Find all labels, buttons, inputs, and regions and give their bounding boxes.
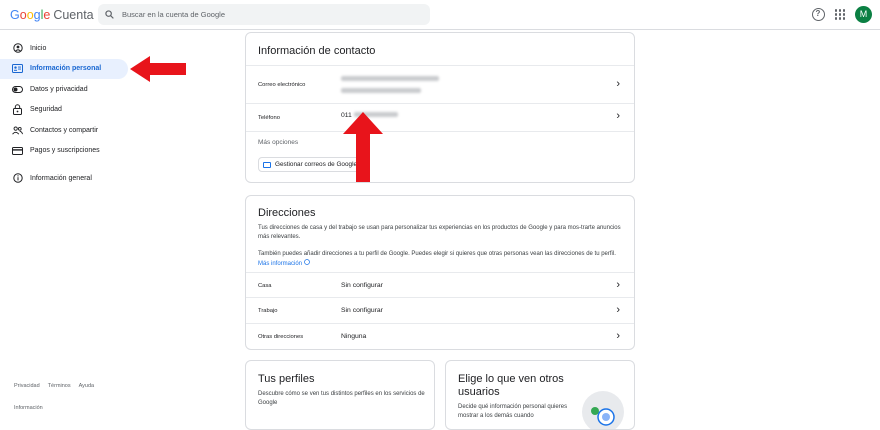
top-bar: GoogleCuenta ? M — [0, 0, 880, 30]
sidebar-item-label: Contactos y compartir — [30, 126, 99, 134]
phone-label: Teléfono — [258, 115, 280, 121]
sidebar-item-inicio[interactable]: Inicio — [0, 38, 130, 59]
address-row-other[interactable]: Otras direcciones Ninguna › — [246, 324, 634, 350]
address-row-home[interactable]: Casa Sin configurar › — [246, 272, 634, 298]
help-link[interactable]: Ayuda — [79, 383, 95, 389]
id-card-icon — [12, 63, 23, 74]
chevron-right-icon: › — [616, 279, 620, 291]
more-options-label: Más opciones — [258, 139, 299, 146]
address-label: Otras direcciones — [258, 334, 304, 340]
red-arrow-left-icon — [130, 56, 186, 82]
addresses-description: Tus direcciones de casa y del trabajo se… — [258, 225, 621, 240]
help-circle-icon[interactable] — [303, 258, 310, 265]
search-icon — [105, 10, 114, 19]
sidebar-item-label: Seguridad — [30, 106, 62, 114]
addresses-card: Direcciones Tus direcciones de casa y de… — [245, 195, 635, 350]
people-icon — [12, 125, 23, 136]
chevron-right-icon: › — [616, 330, 620, 342]
sidebar-item-label: Pagos y suscripciones — [30, 147, 100, 155]
sidebar-item-label: Datos y privacidad — [30, 85, 88, 93]
visibility-title: Elige lo que ven otros usuarios — [458, 373, 564, 398]
google-logo-word: Google — [10, 8, 51, 22]
avatar[interactable]: M — [855, 6, 872, 23]
people-illustration-icon — [582, 391, 624, 429]
email-value-redacted — [341, 76, 439, 83]
profiles-title: Tus perfiles — [258, 373, 315, 385]
profiles-description: Descubre cómo se ven tus distintos perfi… — [258, 391, 425, 406]
chevron-right-icon: › — [616, 304, 620, 316]
chevron-right-icon: › — [616, 110, 620, 122]
sidebar-item-label: Información personal — [30, 65, 102, 73]
address-value: Ninguna — [341, 333, 367, 340]
address-value: Sin configurar — [341, 282, 383, 289]
sidebar-item-datos-privacidad[interactable]: Datos y privacidad — [0, 79, 130, 100]
sidebar-item-informacion-personal[interactable]: Información personal — [0, 58, 128, 79]
addresses-note: También puedes añadir direcciones a tu p… — [258, 251, 616, 267]
sidebar-item-informacion-general[interactable]: Información general — [0, 168, 130, 189]
privacy-link[interactable]: Privacidad — [14, 383, 40, 389]
contact-info-title: Información de contacto — [258, 45, 376, 57]
apps-grid-icon[interactable] — [834, 9, 845, 20]
home-icon — [12, 43, 23, 54]
address-label: Casa — [258, 283, 272, 289]
mail-icon — [263, 161, 271, 168]
sidebar: Inicio Información personal Datos y priv… — [0, 38, 130, 189]
lock-icon — [12, 104, 23, 116]
addresses-title: Direcciones — [258, 207, 316, 219]
info-icon — [12, 173, 23, 184]
product-name: Cuenta — [53, 8, 94, 22]
credit-card-icon — [12, 145, 23, 156]
chevron-right-icon: › — [616, 78, 620, 90]
phone-row[interactable]: Teléfono 011 › — [246, 104, 634, 132]
search-box[interactable] — [98, 4, 430, 25]
search-input[interactable] — [122, 10, 412, 19]
sidebar-item-pagos[interactable]: Pagos y suscripciones — [0, 141, 130, 162]
address-label: Trabajo — [258, 308, 278, 314]
more-info-link[interactable]: Más información — [258, 261, 302, 267]
email-value-redacted-2 — [341, 88, 421, 95]
sidebar-item-contactos[interactable]: Contactos y compartir — [0, 120, 130, 141]
visibility-description: Decide qué información personal quieres … — [458, 404, 568, 419]
email-row[interactable]: Correo electrónico › — [246, 65, 634, 104]
toggle-icon — [12, 84, 23, 95]
sidebar-item-label: Información general — [30, 174, 92, 182]
help-icon[interactable]: ? — [811, 8, 825, 21]
google-account-logo[interactable]: Google Cuenta — [10, 8, 94, 22]
contact-info-card: Información de contacto Correo electróni… — [245, 32, 635, 183]
footer-links: Privacidad Términos Ayuda — [14, 383, 94, 389]
email-label: Correo electrónico — [258, 82, 306, 88]
red-arrow-up-icon — [343, 112, 383, 182]
info-link[interactable]: Información — [14, 405, 43, 411]
sidebar-item-seguridad[interactable]: Seguridad — [0, 100, 130, 121]
sidebar-item-label: Inicio — [30, 44, 47, 52]
address-value: Sin configurar — [341, 307, 383, 314]
terms-link[interactable]: Términos — [48, 383, 71, 389]
address-row-work[interactable]: Trabajo Sin configurar › — [246, 298, 634, 324]
